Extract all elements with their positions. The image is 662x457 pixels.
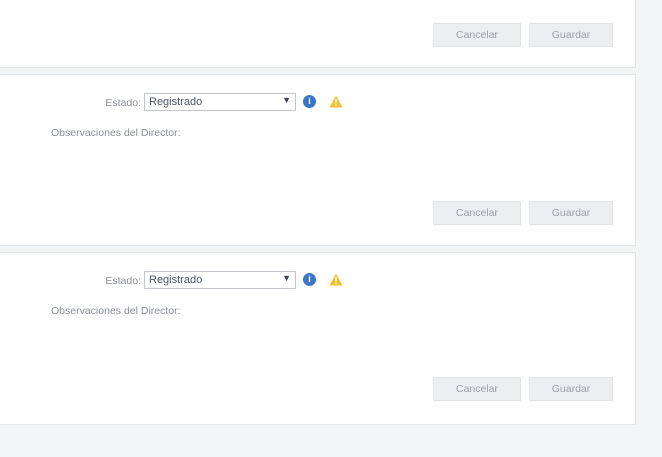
estado-label: Estado: (105, 275, 141, 287)
review-panel-0: Cancelar Guardar (0, 0, 636, 68)
estado-select[interactable]: Registrado ▼ (144, 271, 296, 289)
review-panel-2: Estado: Registrado ▼ i Observaciones del… (0, 252, 636, 425)
estado-select-value: Registrado (149, 274, 203, 286)
warning-icon[interactable] (329, 95, 343, 108)
estado-select[interactable]: Registrado ▼ (144, 93, 296, 111)
save-button[interactable]: Guardar (529, 201, 613, 225)
panel-actions: Cancelar Guardar (433, 201, 617, 225)
info-icon[interactable]: i (303, 95, 316, 108)
observaciones-label: Observaciones del Director: (51, 305, 181, 317)
save-button[interactable]: Guardar (529, 23, 613, 47)
info-icon[interactable]: i (303, 273, 316, 286)
cancel-button[interactable]: Cancelar (433, 201, 521, 225)
save-button[interactable]: Guardar (529, 377, 613, 401)
estado-label: Estado: (105, 97, 141, 109)
estado-row: Estado: Registrado ▼ i (0, 93, 635, 113)
observaciones-label: Observaciones del Director: (51, 127, 181, 139)
review-panel-1: Estado: Registrado ▼ i Observaciones del… (0, 74, 636, 246)
chevron-down-icon: ▼ (282, 95, 291, 105)
estado-row: Estado: Registrado ▼ i (0, 271, 635, 291)
cancel-button[interactable]: Cancelar (433, 377, 521, 401)
warning-icon[interactable] (329, 273, 343, 286)
chevron-down-icon: ▼ (282, 273, 291, 283)
panel-actions: Cancelar Guardar (433, 23, 617, 47)
estado-select-value: Registrado (149, 96, 203, 108)
cancel-button[interactable]: Cancelar (433, 23, 521, 47)
panel-actions: Cancelar Guardar (433, 377, 617, 401)
